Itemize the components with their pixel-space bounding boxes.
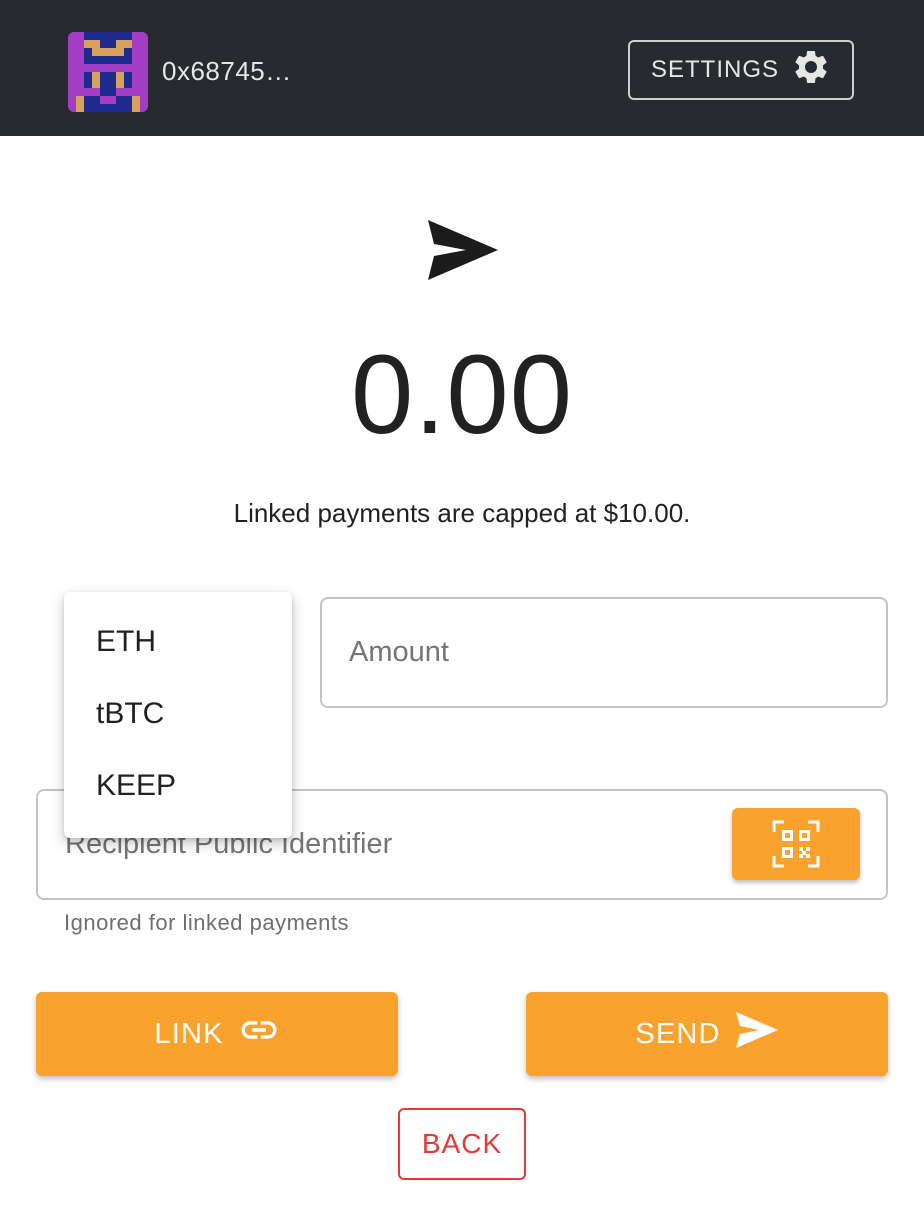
send-icon	[735, 1011, 779, 1057]
token-option-keep[interactable]: KEEP	[64, 750, 292, 822]
top-bar: 0x68745… SETTINGS	[0, 0, 924, 136]
recipient-helper-text: Ignored for linked payments	[64, 910, 349, 935]
linked-payment-cap-note: Linked payments are capped at $10.00.	[233, 498, 691, 528]
avatar-identicon[interactable]	[68, 32, 148, 112]
back-button[interactable]: BACK	[398, 1108, 526, 1180]
token-select-menu: ETH tBTC KEEP	[64, 592, 292, 838]
back-label: BACK	[421, 1128, 503, 1159]
token-option-eth[interactable]: ETH	[64, 606, 292, 678]
wallet-address: 0x68745…	[162, 56, 292, 86]
send-button[interactable]: SEND	[526, 992, 888, 1076]
settings-button[interactable]: SETTINGS	[628, 40, 854, 100]
qr-code-scan-icon	[772, 820, 820, 868]
amount-display: 0.00	[351, 332, 573, 457]
send-icon	[426, 218, 500, 282]
token-option-tbtc[interactable]: tBTC	[64, 678, 292, 750]
qr-scan-button[interactable]	[732, 808, 860, 880]
send-label: SEND	[635, 1017, 721, 1050]
gear-icon	[791, 47, 831, 94]
amount-placeholder: Amount	[349, 636, 449, 668]
link-button[interactable]: LINK	[36, 992, 398, 1076]
link-label: LINK	[154, 1017, 224, 1050]
link-icon	[238, 1009, 280, 1059]
amount-input[interactable]: Amount	[320, 597, 888, 708]
settings-label: SETTINGS	[650, 56, 779, 83]
